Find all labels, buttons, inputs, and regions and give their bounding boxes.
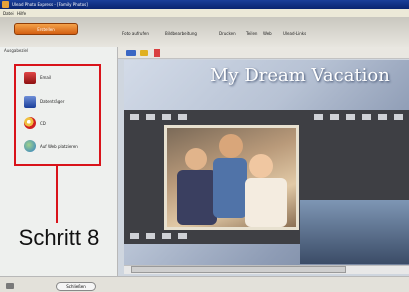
city-skyline-image — [300, 200, 409, 264]
menu-item-hilfe[interactable]: Hilfe — [17, 11, 26, 16]
tab-print[interactable]: Drucken — [219, 31, 236, 36]
tab-web[interactable]: Web — [263, 31, 272, 36]
project-title: My Dream Vacation — [210, 65, 390, 86]
app-icon — [2, 1, 9, 8]
callout-line — [56, 166, 58, 223]
panel-heading: Ausgabeziel — [4, 48, 29, 53]
menu-bar: Datei Hilfe — [0, 9, 409, 17]
family-photo[interactable] — [164, 125, 299, 230]
scrollbar-thumb[interactable] — [131, 266, 346, 273]
create-button-label: Erstellen — [37, 27, 55, 32]
create-button[interactable]: Erstellen — [14, 23, 78, 35]
tab-photo-open[interactable]: Foto aufrufen — [122, 31, 149, 36]
tab-ulead-links[interactable]: Ulead-Links — [283, 31, 306, 36]
title-bar: Ulead Photo Express - [Family Photos] — [0, 0, 409, 9]
tab-edit[interactable]: Bildbearbeitung — [165, 31, 197, 36]
tab-share[interactable]: Teilen — [246, 31, 257, 36]
highlight-box — [14, 64, 101, 166]
back-arrow-icon[interactable] — [6, 283, 14, 289]
close-button[interactable]: Schließen — [56, 282, 96, 291]
pen-icon[interactable] — [126, 50, 136, 56]
delete-icon[interactable] — [154, 49, 160, 57]
step-label: Schritt 8 — [18, 225, 100, 250]
window-title: Ulead Photo Express - [Family Photos] — [12, 2, 88, 7]
layer-icon[interactable] — [140, 50, 148, 56]
canvas-toolbar — [118, 47, 409, 59]
menu-item-datei[interactable]: Datei — [3, 11, 14, 16]
